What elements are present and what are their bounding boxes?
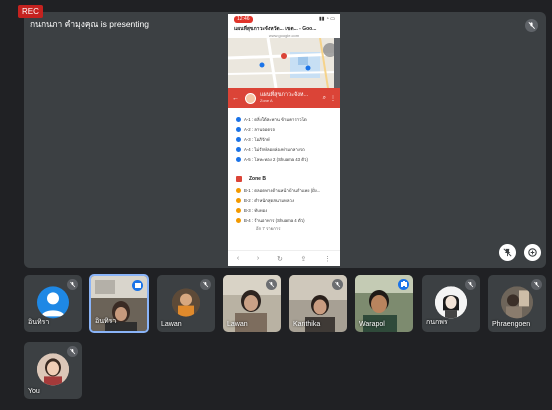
speaking-indicator-icon [132,280,143,291]
map-avatar [245,92,256,104]
participant-name: You [28,388,40,395]
zone-b-item: B-1 : ตลอดทางด้านหน้าบ้านกำแพง (ฝั่ง... [236,185,334,195]
zone-a-item: A-2 : ลานจอดรถ [236,124,334,134]
shared-phone-screen: 12:46 ▮▮ ◔ ▭ แผนที่สุขภาวะจังหวัด... เขต… [228,14,340,266]
participant-tile[interactable]: You [24,342,82,399]
phone-app-subtitle: Zone A [260,98,273,103]
mic-off-icon [266,279,277,290]
checkbox-icon [236,176,242,182]
signal-icon: ▮▮ ◔ ▭ [318,16,335,22]
mic-off-icon [200,279,211,290]
place-marker-icon [236,126,241,132]
zone-b-header: Zone B [236,173,334,185]
more-vert-icon: ⋮ [324,255,332,263]
phone-status-bar: 12:46 ▮▮ ◔ ▭ [228,14,340,24]
forward-icon: › [256,255,260,262]
mic-off-icon [531,279,542,290]
participant-name: Phraengoen [492,321,531,328]
participant-name: Lawan [227,321,248,328]
place-marker-icon [236,187,241,193]
zone-b-item-label: B-2 : ตำหนักสุดสนามหลวง [244,197,295,203]
avatar [501,285,533,318]
participant-tile[interactable]: Lawan [157,275,215,332]
share-icon: ⇪ [300,255,307,263]
back-icon: ‹ [236,255,240,262]
participant-tile[interactable]: Phraengoen [488,275,546,332]
zone-a-item: A-1 : ตลิ่งใต้สะพาน ข้ามคาราวโต [236,114,334,124]
pin-off-icon [503,248,512,257]
mic-off-icon [67,346,78,357]
avatar [172,288,200,317]
phone-page-title: แผนที่สุขภาวะจังหวัด... เขต... - Goo... [234,26,317,32]
phone-app-bar: ← แผนที่สุขภาวะจังห... Zone A ⌕ ⋮ [228,88,340,108]
fullscreen-button[interactable] [524,244,541,261]
pin-off-button[interactable] [499,244,516,261]
zone-b-item-label: B-3 : ทับทอง [244,207,268,213]
fullscreen-icon [528,248,537,257]
zone-a-item-label: A-4 : ไม่รักษ์ลอยล่องท่ามกลางรถ [244,146,305,152]
zone-b-item-label: B-1 : ตลอดทางด้านหน้าบ้านกำแพง (ฝั่ง... [244,187,321,193]
place-marker-icon [236,217,241,223]
avatar [37,352,69,385]
avatar [37,285,69,318]
zone-a-item: A-5 : โลหะทอง 2 (Shuama 43 ตัว) [236,154,334,164]
more-vert-icon: ⋮ [330,95,336,102]
phone-time: 12:46 [234,16,253,23]
zone-a-item-label: A-1 : ตลิ่งใต้สะพาน ข้ามคาราวโต [244,116,307,122]
back-arrow-icon: ← [232,94,239,102]
zone-a-item: A-4 : ไม่รักษ์ลอยล่องท่ามกลางรถ [236,144,334,154]
participant-tile[interactable]: Warapol [355,275,413,332]
place-marker-icon [236,207,241,213]
mic-off-icon [465,279,476,290]
zone-b-title: Zone B [249,176,266,182]
zone-b-item-label: B-4 : ร้านอาหาร (Shuama 4 ตัว) [244,217,305,223]
participant-tile[interactable]: อินทิรา [24,275,82,332]
phone-nav-bar: ‹ › ↻ ⇪ ⋮ [228,250,340,266]
search-icon: ⌕ [322,94,326,101]
speaking-indicator-icon [398,279,409,290]
phone-url-bar: แผนที่สุขภาวะจังหวัด... เขต... - Goo... … [228,24,340,38]
presentation-tile[interactable]: กนกนภา คำมุงคุณ is presenting 12:46 ▮▮ ◔… [24,12,546,268]
zone-b-item: B-2 : ตำหนักสุดสนามหลวง [236,195,334,205]
participant-name: อินทิรา [28,319,50,326]
meeting-stage: กนกนภา คำมุงคุณ is presenting 12:46 ▮▮ ◔… [0,0,552,410]
mic-off-icon [67,279,78,290]
zone-b-item: B-4 : ร้านอาหาร (Shuama 4 ตัว) [236,215,334,225]
place-marker-icon [236,136,241,142]
participant-name: Warapol [359,321,385,328]
zone-a-item-label: A-5 : โลหะทอง 2 (Shuama 43 ตัว) [244,156,308,162]
participant-tile[interactable]: อินทิรา [89,274,149,333]
place-marker-icon [236,156,241,162]
presenter-label: กนกนภา คำมุงคุณ is presenting [30,19,149,29]
refresh-icon: ↻ [276,255,283,263]
zone-a-item: A-3 : โอภิรักษ์ [236,134,334,144]
participant-name: Lawan [161,321,182,328]
place-marker-icon [236,197,241,203]
zone-b-item: B-3 : ทับทอง [236,205,334,215]
mic-off-icon [332,279,343,290]
phone-layer-list: A-1 : ตลิ่งใต้สะพาน ข้ามคาราวโต A-2 : ลาน… [228,108,340,232]
phone-map [228,38,340,88]
place-marker-icon [236,116,241,122]
participant-tile[interactable]: Kanthika [289,275,347,332]
more-items: อีก 7 รายการ [256,226,281,231]
participant-name: อินทิรา [95,318,117,325]
avatar [435,285,467,318]
participant-name: กนกพร [426,319,448,326]
participant-name: Kanthika [293,321,321,328]
mic-off-icon [525,19,538,32]
place-marker-icon [236,146,241,152]
recording-badge: REC [18,5,43,18]
zone-a-item-label: A-3 : โอภิรักษ์ [244,136,270,142]
participant-tile[interactable]: กนกพร [422,275,480,332]
zone-a-item-label: A-2 : ลานจอดรถ [244,126,276,132]
participant-tile[interactable]: Lawan [223,275,281,332]
